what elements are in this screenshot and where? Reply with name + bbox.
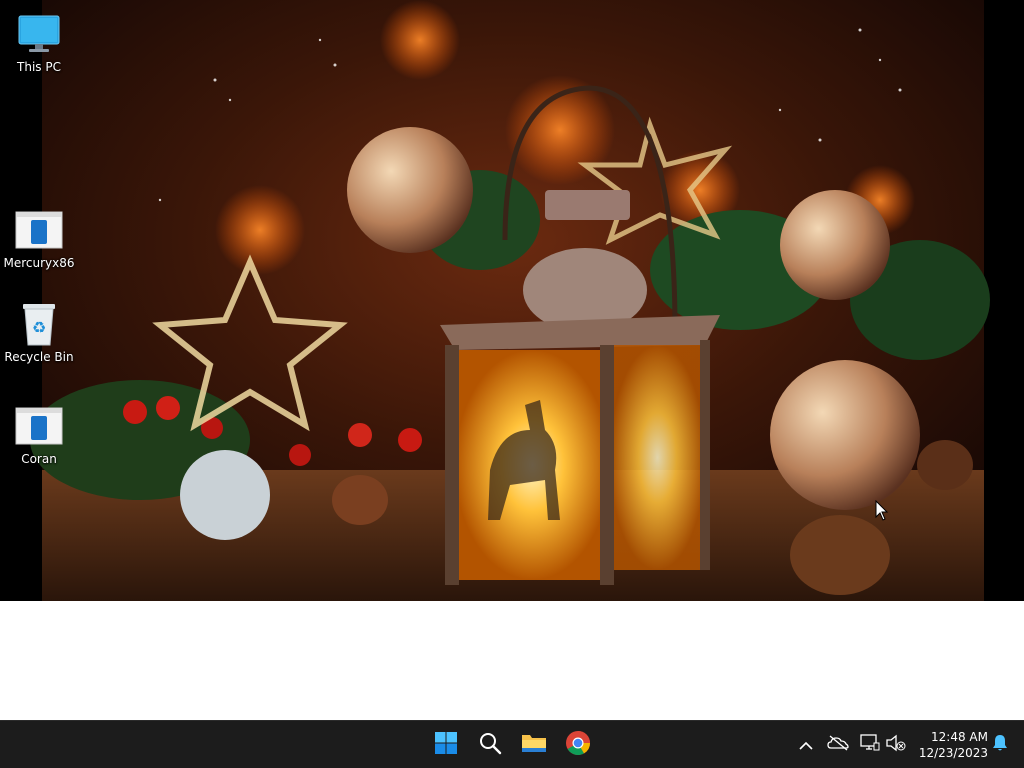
chevron-up-icon (799, 736, 813, 755)
clock-button[interactable]: 12:48 AM 12/23/2023 (912, 727, 988, 763)
file-explorer-button[interactable] (516, 727, 552, 763)
desktop-icon-this-pc[interactable]: This PC (1, 10, 77, 74)
desktop-icon-label: Mercuryx86 (3, 256, 75, 270)
wallpaper-image (0, 0, 1024, 601)
desktop-icon-coran[interactable]: Coran (1, 402, 77, 466)
notifications-button[interactable] (988, 733, 1012, 757)
search-icon (478, 731, 502, 759)
desktop-icon-label: This PC (17, 60, 61, 74)
app-icon (15, 402, 63, 450)
volume-button[interactable] (884, 733, 908, 757)
svg-text:♻: ♻ (32, 318, 46, 337)
search-button[interactable] (472, 727, 508, 763)
chrome-button[interactable] (560, 727, 596, 763)
desktop[interactable]: This PC Mercuryx86 ♻ Recycle Bin Coran (0, 0, 1024, 720)
start-button[interactable] (428, 727, 464, 763)
desktop-icon-label: Recycle Bin (4, 350, 74, 364)
network-icon (860, 734, 880, 756)
desktop-wallpaper (0, 0, 1024, 601)
desktop-icon-recycle-bin[interactable]: ♻ Recycle Bin (1, 300, 77, 364)
folder-icon (521, 731, 547, 759)
onedrive-offline-icon (827, 735, 849, 755)
taskbar: 12:48 AM 12/23/2023 (0, 720, 1024, 768)
onedrive-button[interactable] (826, 733, 850, 757)
clock-date: 12/23/2023 (918, 746, 988, 760)
bell-icon (992, 734, 1008, 756)
chrome-icon (565, 730, 591, 760)
computer-icon (15, 10, 63, 58)
desktop-icon-mercuryx86[interactable]: Mercuryx86 (1, 206, 77, 270)
recycle-bin-icon: ♻ (15, 300, 63, 348)
windows-start-icon (434, 731, 458, 759)
clock-time: 12:48 AM (931, 730, 988, 744)
desktop-icon-label: Coran (21, 452, 57, 466)
network-button[interactable] (858, 733, 882, 757)
mouse-cursor-icon (875, 499, 889, 526)
volume-muted-icon (885, 734, 907, 756)
app-icon (15, 206, 63, 254)
show-hidden-icons-button[interactable] (794, 733, 818, 757)
